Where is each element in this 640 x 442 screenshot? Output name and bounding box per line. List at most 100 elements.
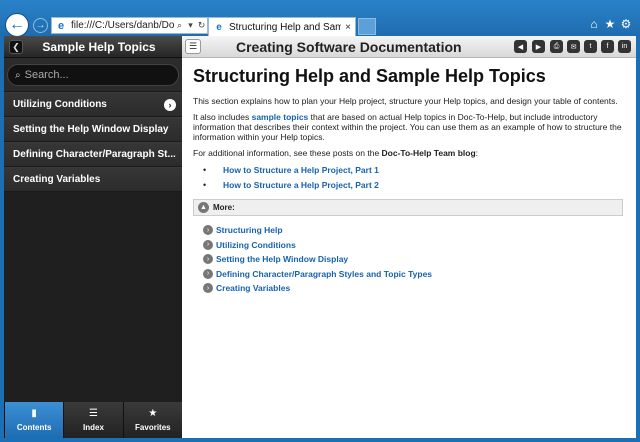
related-link-defining-styles[interactable]: Defining Character/Paragraph Styles and … — [216, 269, 432, 279]
list-item: › Setting the Help Window Display — [203, 252, 623, 267]
tab-favorites[interactable]: ★ Favorites — [122, 402, 182, 438]
list-item: › Creating Variables — [203, 281, 623, 296]
new-tab-button[interactable] — [358, 18, 376, 35]
list-item: › Defining Character/Paragraph Styles and… — [203, 267, 623, 282]
linkedin-icon: in — [621, 43, 628, 50]
navigation-header: ❮ Sample Help Topics — [4, 36, 182, 58]
email-icon: ✉ — [570, 43, 577, 51]
project-title: Sample Help Topics — [42, 39, 156, 54]
blog-link-part-1[interactable]: How to Structure a Help Project, Part 1 — [223, 165, 379, 175]
blog-paragraph: For additional information, see these po… — [193, 148, 623, 158]
intro-paragraph: This section explains how to plan your H… — [193, 96, 618, 106]
twitter-button[interactable]: t — [584, 40, 597, 53]
nav-item-utilizing-conditions[interactable]: Utilizing Conditions › — [4, 92, 182, 117]
related-link-creating-variables[interactable]: Creating Variables — [216, 283, 290, 293]
toc-toggle-button[interactable]: ☰ — [185, 39, 201, 54]
arrow-right-icon: › — [203, 225, 213, 236]
nav-item-label: Creating Variables — [13, 174, 101, 185]
close-icon[interactable]: × — [341, 22, 355, 33]
sample-topics-paragraph: It also includes sample topics that are … — [193, 112, 623, 142]
tab-index[interactable]: ☰ Index — [63, 402, 123, 438]
nav-item-creating-variables[interactable]: Creating Variables — [4, 167, 182, 192]
related-link-structuring-help[interactable]: Structuring Help — [216, 225, 283, 235]
nav-item-label: Setting the Help Window Display — [13, 124, 169, 135]
tab-label: Contents — [16, 423, 52, 432]
navigation-empty-area — [4, 192, 182, 402]
collapse-panel-button[interactable]: ❮ — [9, 40, 23, 54]
related-link-utilizing-conditions[interactable]: Utilizing Conditions — [216, 240, 296, 250]
twitter-icon: t — [589, 43, 592, 50]
print-button[interactable]: ⎙ — [550, 40, 563, 53]
chevron-down-icon[interactable]: ▾ — [185, 20, 196, 31]
facebook-icon: f — [606, 43, 609, 50]
list-item: • How to Structure a Help Project, Part 1 — [203, 162, 623, 177]
book-icon: ▮ — [31, 408, 37, 419]
paragraph-text: For additional information, see these po… — [193, 148, 382, 158]
menu-icon: ☰ — [188, 41, 198, 51]
blog-link-part-2[interactable]: How to Structure a Help Project, Part 2 — [223, 180, 379, 190]
paragraph-text: : — [475, 148, 479, 158]
search-input[interactable] — [24, 69, 165, 81]
ie-tab-icon: e — [216, 21, 222, 33]
chevron-right-icon[interactable]: › — [164, 99, 176, 111]
next-button[interactable]: ▶ — [532, 40, 545, 53]
nav-item-defining-styles[interactable]: Defining Character/Paragraph St... — [4, 142, 182, 167]
email-button[interactable]: ✉ — [567, 40, 580, 53]
blog-name: Doc-To-Help Team blog — [381, 148, 476, 158]
home-icon[interactable]: ⌂ — [587, 17, 601, 31]
more-label: More: — [213, 203, 235, 212]
browser-tab[interactable]: e Structuring Help and Sampl... × — [208, 17, 356, 36]
search-icon: ⌕ — [15, 69, 21, 81]
tab-title: Structuring Help and Sampl... — [229, 21, 341, 33]
nav-item-label: Defining Character/Paragraph St... — [13, 149, 176, 160]
chevron-left-icon: ❮ — [12, 41, 20, 52]
back-button[interactable]: ← — [5, 13, 29, 37]
star-icon: ★ — [148, 408, 158, 419]
search-icon[interactable]: ⌕ — [174, 20, 185, 31]
arrow-right-icon: › — [203, 268, 213, 279]
forward-button[interactable]: → — [33, 18, 48, 33]
tab-label: Index — [83, 423, 104, 432]
header-title: Creating Software Documentation — [236, 39, 462, 55]
topic-header: ☰ Creating Software Documentation ◀ ▶ ⎙ … — [182, 36, 636, 58]
tab-label: Favorites — [135, 423, 171, 432]
topic-content: Structuring Help and Sample Help Topics … — [193, 66, 623, 296]
blog-link-list: • How to Structure a Help Project, Part 1… — [203, 162, 623, 192]
navigation-tab-bar: ▮ Contents ☰ Index ★ Favorites — [4, 402, 182, 438]
arrow-right-icon: → — [35, 20, 46, 31]
related-topics-list: › Structuring Help › Utilizing Conditions … — [203, 223, 623, 296]
address-bar[interactable]: e file:///C:/Users/danb/Docum ⌕ ▾ ↻ — [51, 17, 208, 34]
arrow-right-icon: › — [203, 254, 213, 265]
ie-page-icon: e — [57, 19, 65, 32]
navigation-panel: ❮ Sample Help Topics ⌕ Utilizing Conditi… — [4, 36, 182, 438]
linkedin-button[interactable]: in — [618, 40, 631, 53]
chevron-up-icon: ▲ — [198, 202, 209, 213]
sample-topics-link[interactable]: sample topics — [252, 112, 309, 122]
tab-contents[interactable]: ▮ Contents — [4, 402, 64, 438]
topic-panel: ☰ Creating Software Documentation ◀ ▶ ⎙ … — [182, 36, 636, 438]
nav-item-label: Utilizing Conditions — [13, 99, 107, 110]
next-icon: ▶ — [535, 43, 542, 51]
list-item: • How to Structure a Help Project, Part 2 — [203, 177, 623, 192]
bullet-icon: • — [203, 164, 207, 175]
search-area: ⌕ — [4, 58, 182, 92]
arrow-right-icon: › — [203, 239, 213, 250]
refresh-icon[interactable]: ↻ — [196, 20, 207, 31]
list-item: › Utilizing Conditions — [203, 238, 623, 253]
topic-title: Structuring Help and Sample Help Topics — [193, 66, 546, 86]
gear-icon[interactable]: ⚙ — [619, 17, 633, 31]
paragraph-text: It also includes — [193, 112, 252, 122]
address-url[interactable]: file:///C:/Users/danb/Docum — [71, 20, 174, 31]
browser-toolbar: ← → e file:///C:/Users/danb/Docum ⌕ ▾ ↻ … — [0, 0, 640, 37]
facebook-button[interactable]: f — [601, 40, 614, 53]
bullet-icon: • — [203, 179, 207, 190]
previous-icon: ◀ — [517, 43, 524, 51]
print-icon: ⎙ — [553, 42, 560, 50]
nav-item-setting-help-window[interactable]: Setting the Help Window Display — [4, 117, 182, 142]
arrow-left-icon: ← — [9, 16, 25, 33]
more-section-toggle[interactable]: ▲ More: — [193, 199, 623, 216]
related-link-help-window-display[interactable]: Setting the Help Window Display — [216, 254, 348, 264]
star-icon[interactable]: ★ — [603, 17, 617, 31]
previous-button[interactable]: ◀ — [514, 40, 527, 53]
search-box[interactable]: ⌕ — [7, 64, 179, 86]
